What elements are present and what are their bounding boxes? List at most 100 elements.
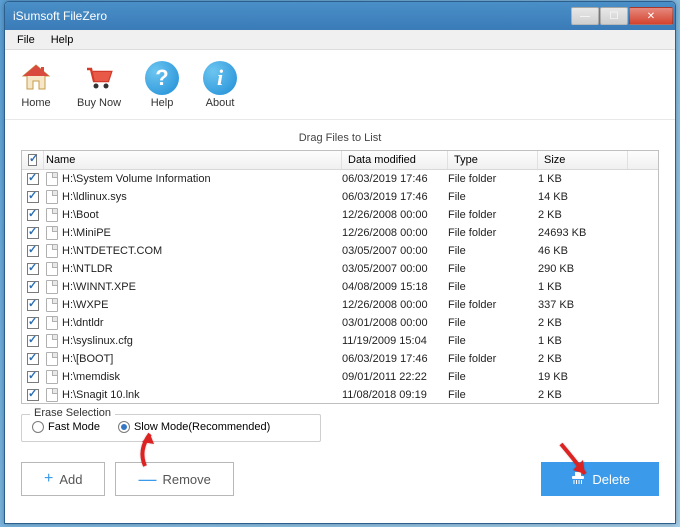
row-type: File folder bbox=[448, 173, 538, 185]
row-date: 12/26/2008 00:00 bbox=[342, 299, 448, 311]
home-icon bbox=[19, 61, 53, 95]
table-row[interactable]: H:\syslinux.cfg11/19/2009 15:04File1 KB bbox=[22, 332, 658, 350]
row-name: H:\MiniPE bbox=[62, 227, 111, 239]
row-size: 1 KB bbox=[538, 173, 628, 185]
table-row[interactable]: H:\WXPE12/26/2008 00:00File folder337 KB bbox=[22, 296, 658, 314]
row-date: 03/05/2007 00:00 bbox=[342, 263, 448, 275]
row-date: 11/08/2018 09:19 bbox=[342, 389, 448, 401]
row-date: 04/08/2009 15:18 bbox=[342, 281, 448, 293]
col-type[interactable]: Type bbox=[448, 151, 538, 169]
table-row[interactable]: H:\ldlinux.sys06/03/2019 17:46File14 KB bbox=[22, 188, 658, 206]
row-name: H:\ldlinux.sys bbox=[62, 191, 127, 203]
radio-fast-mode[interactable]: Fast Mode bbox=[32, 421, 100, 433]
toolbar-home[interactable]: Home bbox=[19, 61, 53, 109]
file-icon bbox=[46, 262, 58, 276]
row-name: H:\NTLDR bbox=[62, 263, 113, 275]
file-icon bbox=[46, 244, 58, 258]
row-checkbox[interactable] bbox=[27, 335, 39, 347]
minimize-button[interactable]: — bbox=[571, 7, 599, 25]
file-icon bbox=[46, 352, 58, 366]
file-icon bbox=[46, 208, 58, 222]
row-checkbox[interactable] bbox=[27, 191, 39, 203]
row-type: File bbox=[448, 371, 538, 383]
toolbar-about[interactable]: i About bbox=[203, 61, 237, 109]
table-row[interactable]: H:\WINNT.XPE04/08/2009 15:18File1 KB bbox=[22, 278, 658, 296]
row-size: 14 KB bbox=[538, 191, 628, 203]
select-all-checkbox[interactable] bbox=[28, 154, 37, 166]
remove-button[interactable]: — Remove bbox=[115, 462, 233, 496]
row-type: File bbox=[448, 245, 538, 257]
row-checkbox[interactable] bbox=[27, 317, 39, 329]
row-name: H:\WINNT.XPE bbox=[62, 281, 136, 293]
row-size: 2 KB bbox=[538, 317, 628, 329]
radio-slow-mode[interactable]: Slow Mode(Recommended) bbox=[118, 421, 270, 433]
close-button[interactable]: ✕ bbox=[629, 7, 673, 25]
menubar: File Help bbox=[5, 30, 675, 50]
row-checkbox[interactable] bbox=[27, 209, 39, 221]
file-icon bbox=[46, 388, 58, 402]
row-date: 03/01/2008 00:00 bbox=[342, 317, 448, 329]
window-controls: — ☐ ✕ bbox=[570, 7, 673, 25]
table-row[interactable]: H:\memdisk09/01/2011 22:22File19 KB bbox=[22, 368, 658, 386]
row-checkbox[interactable] bbox=[27, 353, 39, 365]
radio-dot-slow bbox=[118, 421, 130, 433]
col-name[interactable]: Name bbox=[44, 151, 342, 169]
table-row[interactable]: H:\System Volume Information06/03/2019 1… bbox=[22, 170, 658, 188]
col-date[interactable]: Data modified bbox=[342, 151, 448, 169]
fast-mode-label: Fast Mode bbox=[48, 421, 100, 433]
row-date: 06/03/2019 17:46 bbox=[342, 191, 448, 203]
table-row[interactable]: H:\[BOOT]06/03/2019 17:46File folder2 KB bbox=[22, 350, 658, 368]
row-size: 1 KB bbox=[538, 281, 628, 293]
file-list: Name Data modified Type Size H:\System V… bbox=[21, 150, 659, 404]
toolbar-help-label: Help bbox=[151, 97, 174, 109]
row-name: H:\memdisk bbox=[62, 371, 120, 383]
menu-file[interactable]: File bbox=[9, 32, 43, 48]
row-checkbox[interactable] bbox=[27, 227, 39, 239]
delete-button[interactable]: Delete bbox=[541, 462, 659, 496]
remove-button-label: Remove bbox=[162, 472, 210, 487]
file-icon bbox=[46, 172, 58, 186]
file-icon bbox=[46, 190, 58, 204]
row-date: 03/05/2007 00:00 bbox=[342, 245, 448, 257]
row-checkbox[interactable] bbox=[27, 173, 39, 185]
toolbar-buynow-label: Buy Now bbox=[77, 97, 121, 109]
help-icon: ? bbox=[145, 61, 179, 95]
row-checkbox[interactable] bbox=[27, 389, 39, 401]
row-checkbox[interactable] bbox=[27, 245, 39, 257]
erase-legend: Erase Selection bbox=[30, 407, 115, 419]
list-body[interactable]: H:\System Volume Information06/03/2019 1… bbox=[22, 170, 658, 402]
row-type: File bbox=[448, 389, 538, 401]
row-date: 06/03/2019 17:46 bbox=[342, 173, 448, 185]
row-type: File bbox=[448, 263, 538, 275]
app-window: iSumsoft FileZero — ☐ ✕ File Help Home B… bbox=[4, 1, 676, 524]
row-size: 2 KB bbox=[538, 389, 628, 401]
toolbar: Home Buy Now ? Help i About bbox=[5, 50, 675, 120]
row-size: 1 KB bbox=[538, 335, 628, 347]
row-name: H:\Snagit 10.lnk bbox=[62, 389, 140, 401]
add-button-label: Add bbox=[59, 472, 82, 487]
row-checkbox[interactable] bbox=[27, 299, 39, 311]
menu-help[interactable]: Help bbox=[43, 32, 82, 48]
info-icon: i bbox=[203, 61, 237, 95]
row-checkbox[interactable] bbox=[27, 281, 39, 293]
col-size[interactable]: Size bbox=[538, 151, 628, 169]
row-checkbox[interactable] bbox=[27, 371, 39, 383]
table-row[interactable]: H:\NTDETECT.COM03/05/2007 00:00File46 KB bbox=[22, 242, 658, 260]
table-row[interactable]: H:\MiniPE12/26/2008 00:00File folder2469… bbox=[22, 224, 658, 242]
table-row[interactable]: H:\Boot12/26/2008 00:00File folder2 KB bbox=[22, 206, 658, 224]
table-row[interactable]: H:\Snagit 10.lnk 11/08/2018 09:19File2 KB bbox=[22, 386, 658, 402]
radio-dot-fast bbox=[32, 421, 44, 433]
maximize-button[interactable]: ☐ bbox=[600, 7, 628, 25]
table-row[interactable]: H:\dntldr03/01/2008 00:00File2 KB bbox=[22, 314, 658, 332]
row-name: H:\Boot bbox=[62, 209, 99, 221]
toolbar-buynow[interactable]: Buy Now bbox=[77, 61, 121, 109]
toolbar-help[interactable]: ? Help bbox=[145, 61, 179, 109]
content-area: Drag Files to List Name Data modified Ty… bbox=[5, 120, 675, 506]
add-button[interactable]: + Add bbox=[21, 462, 105, 496]
row-checkbox[interactable] bbox=[27, 263, 39, 275]
table-row[interactable]: H:\NTLDR03/05/2007 00:00File290 KB bbox=[22, 260, 658, 278]
shredder-icon bbox=[570, 470, 586, 489]
erase-selection-group: Erase Selection Fast Mode Slow Mode(Reco… bbox=[21, 414, 321, 442]
row-name: H:\dntldr bbox=[62, 317, 104, 329]
bottom-buttons: + Add — Remove Delete bbox=[21, 462, 659, 496]
